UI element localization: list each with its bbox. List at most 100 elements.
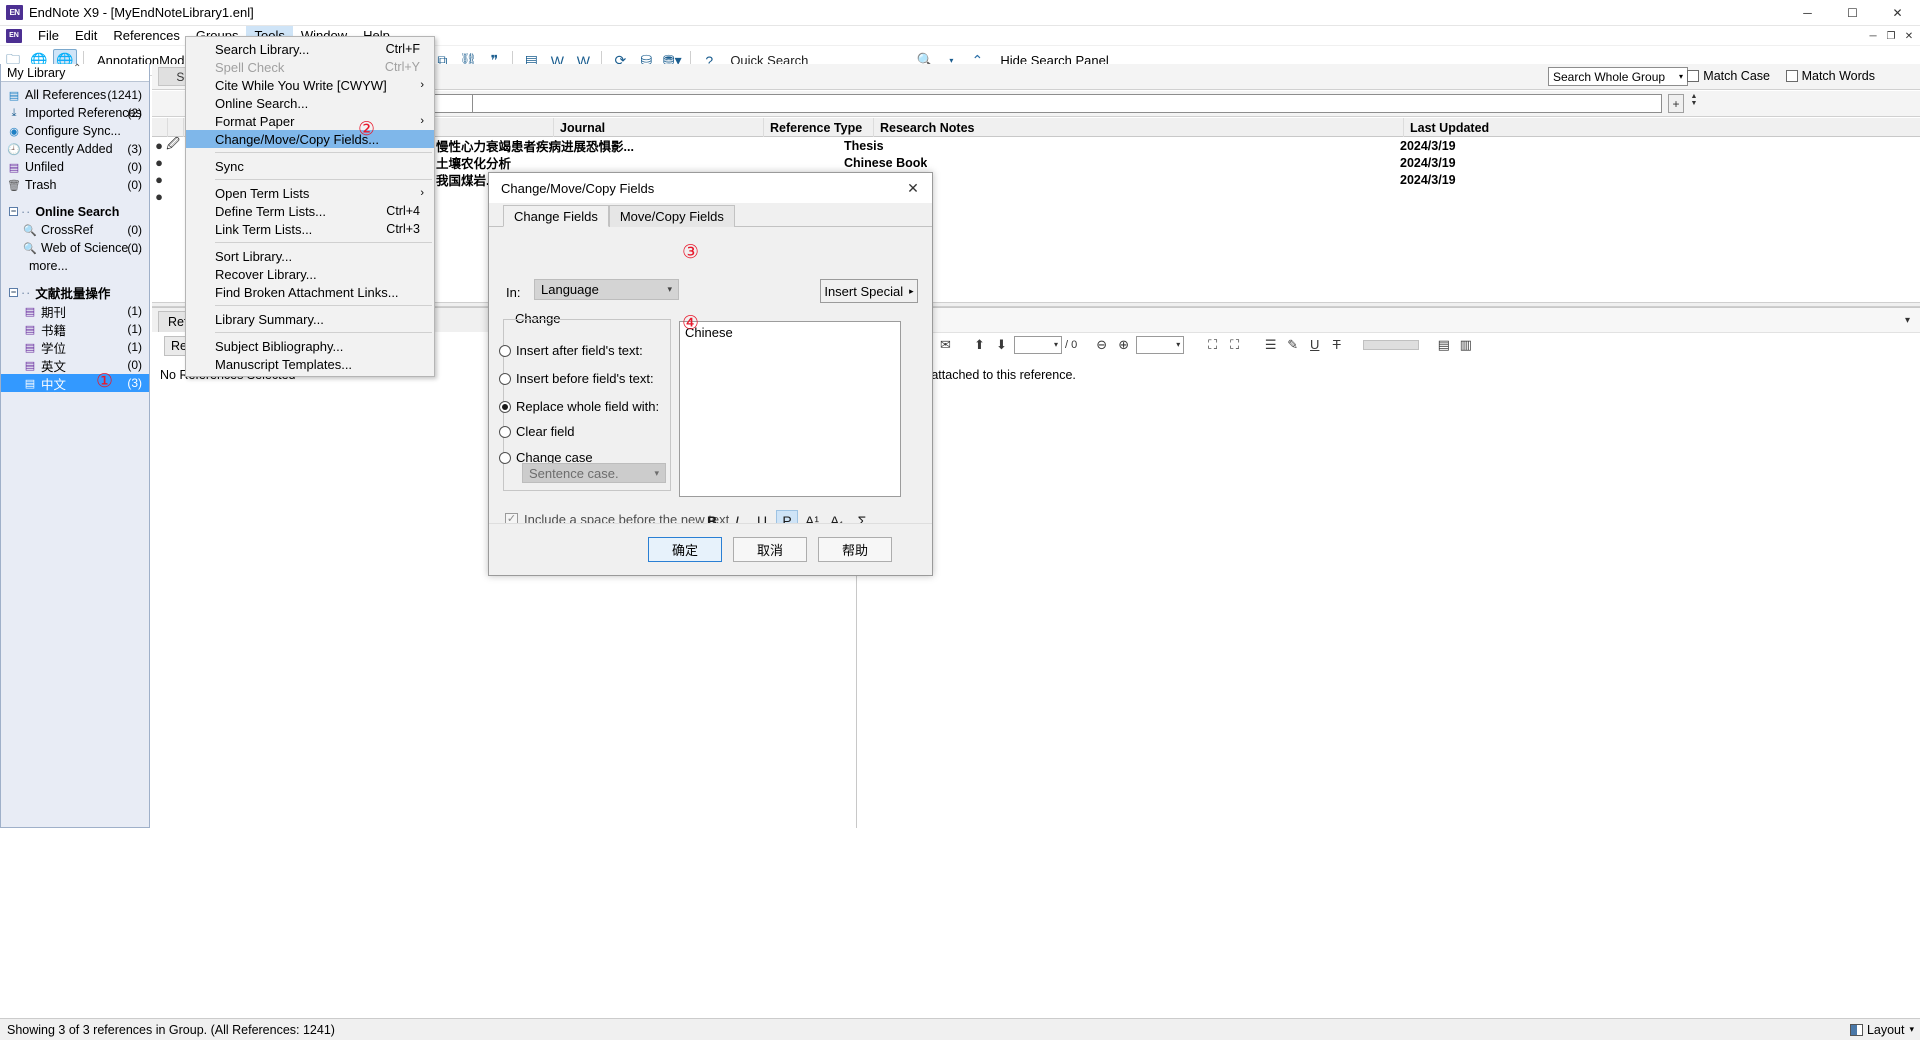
menu-item-sync[interactable]: Sync (186, 157, 434, 175)
menu-item-cite-while-you-write[interactable]: Cite While You Write [CWYW] › (186, 76, 434, 94)
my-library-header[interactable]: My Library ⌃ (1, 63, 149, 82)
menu-item-manuscript-templates[interactable]: Manuscript Templates... (186, 355, 434, 373)
column-research-notes[interactable]: Research Notes (874, 118, 1404, 137)
page-number-input[interactable]: ▾ (1014, 335, 1062, 354)
menu-item-find-broken-attachment-links[interactable]: Find Broken Attachment Links... (186, 283, 434, 301)
previous-page-icon[interactable]: ⬆ (970, 335, 989, 354)
zoom-level-select[interactable]: ▾ (1136, 335, 1185, 354)
sidebar-item-more[interactable]: more... (1, 257, 149, 275)
submenu-chevron-right-icon: › (420, 187, 424, 199)
sidebar-item-web-of-science[interactable]: 🔍 Web of Science ... (0) (1, 239, 149, 257)
sidebar-group-batch-operations[interactable]: − ·· 文献批量操作 (1, 283, 149, 302)
fit-width-icon[interactable]: ⛶ (1225, 335, 1244, 354)
field-select[interactable]: Language ▾ (534, 279, 679, 300)
menu-item-open-term-lists[interactable]: Open Term Lists › (186, 184, 434, 202)
sidebar-group-online-search[interactable]: − ·· Online Search (1, 202, 149, 221)
search-term-input[interactable] (472, 94, 1662, 113)
cancel-button[interactable]: 取消 (733, 537, 807, 562)
menu-item-label: Change/Move/Copy Fields... (215, 131, 380, 147)
menu-item-subject-bibliography[interactable]: Subject Bibliography... (186, 337, 434, 355)
menu-file[interactable]: File (30, 26, 67, 46)
criteria-spinner[interactable]: ▲ ▼ (1688, 93, 1700, 114)
dialog-footer: 确定 取消 帮助 (489, 523, 932, 575)
insert-special-button[interactable]: Insert Special ▸ (820, 279, 918, 303)
radio-button (499, 344, 511, 357)
tab-change-fields[interactable]: Change Fields (503, 205, 609, 227)
highlight-color-slider[interactable] (1363, 339, 1420, 350)
column-reference-type[interactable]: Reference Type (764, 118, 874, 137)
close-button[interactable]: ✕ (1875, 0, 1920, 26)
sidebar-label: 学位 (41, 341, 67, 356)
radio-replace-whole-field[interactable]: Replace whole field with: (499, 399, 659, 414)
column-last-updated[interactable]: Last Updated (1404, 118, 1524, 137)
zoom-out-icon[interactable]: ⊖ (1092, 335, 1111, 354)
sidebar-item-zhongwen[interactable]: ▤ 中文 (3) (1, 374, 149, 392)
match-words-checkbox[interactable]: Match Words (1785, 69, 1875, 83)
note-list-icon[interactable]: ▥ (1456, 335, 1475, 354)
sidebar-item-trash[interactable]: 🗑 Trash (0) (1, 176, 149, 194)
highlight-icon[interactable]: ✎ (1283, 335, 1302, 354)
add-criteria-button[interactable]: + (1668, 94, 1684, 113)
radio-button (499, 425, 511, 438)
tab-move-copy-fields[interactable]: Move/Copy Fields (608, 205, 735, 227)
collapse-minus-icon[interactable]: − (9, 288, 18, 297)
sidebar-item-all-references[interactable]: ▤ All References (1241) (1, 86, 149, 104)
replacement-text-area[interactable]: Chinese (679, 321, 901, 497)
menu-item-format-paper[interactable]: Format Paper › (186, 112, 434, 130)
strikethrough-icon[interactable]: T (1327, 335, 1346, 354)
search-scope-select[interactable]: Search Whole Group ▾ (1548, 67, 1688, 86)
menu-item-change-move-copy-fields[interactable]: Change/Move/Copy Fields... (186, 130, 434, 148)
group-icon: ▤ (24, 359, 36, 372)
radio-insert-before[interactable]: Insert before field's text: (499, 371, 654, 386)
menu-item-define-term-lists[interactable]: Define Term Lists... Ctrl+4 (186, 202, 434, 220)
layout-button[interactable]: Layout ▾ (1849, 1023, 1914, 1037)
radio-clear-field[interactable]: Clear field (499, 424, 575, 439)
collapse-chevron-up-icon[interactable]: ⌃ (73, 63, 81, 74)
doc-close-button[interactable]: ✕ (1900, 28, 1918, 44)
minimize-button[interactable]: ─ (1785, 0, 1830, 26)
menu-item-library-summary[interactable]: Library Summary... (186, 310, 434, 328)
sidebar-item-yingwen[interactable]: ▤ 英文 (0) (1, 356, 149, 374)
dialog-close-icon[interactable]: ✕ (894, 173, 932, 203)
maximize-button[interactable]: ☐ (1830, 0, 1875, 26)
underline-icon[interactable]: U (1305, 335, 1324, 354)
sidebar-item-recently-added[interactable]: 🕘 Recently Added (3) (1, 140, 149, 158)
sidebar-item-crossref[interactable]: 🔍 CrossRef (0) (1, 221, 149, 239)
sidebar-item-unfiled[interactable]: ▤ Unfiled (0) (1, 158, 149, 176)
menu-separator (215, 179, 432, 180)
menu-item-recover-library[interactable]: Recover Library... (186, 265, 434, 283)
menu-item-online-search[interactable]: Online Search... (186, 94, 434, 112)
menu-item-label: Find Broken Attachment Links... (215, 284, 399, 300)
panel-chevron-down-icon[interactable]: ▾ (1905, 315, 1910, 326)
doc-restore-button[interactable]: ❐ (1882, 28, 1900, 44)
menu-item-search-library[interactable]: Search Library... Ctrl+F (186, 40, 434, 58)
fit-page-icon[interactable]: ⛶ (1203, 335, 1222, 354)
sidebar-item-xuewei[interactable]: ▤ 学位 (1) (1, 338, 149, 356)
radio-button (499, 451, 511, 464)
sidebar-item-qikan[interactable]: ▤ 期刊 (1) (1, 302, 149, 320)
sidebar-item-imported-references[interactable]: ⤓ Imported References (2) (1, 104, 149, 122)
spinner-up-icon[interactable]: ▲ (1691, 93, 1698, 100)
collapse-minus-icon[interactable]: − (9, 207, 18, 216)
match-case-checkbox[interactable]: Match Case (1687, 69, 1770, 83)
menu-references[interactable]: References (105, 26, 187, 46)
zoom-in-icon[interactable]: ⊕ (1114, 335, 1133, 354)
spinner-down-icon[interactable]: ▼ (1691, 100, 1698, 107)
sync-icon: ◉ (9, 125, 19, 138)
help-button[interactable]: 帮助 (818, 537, 892, 562)
email-icon[interactable]: ✉ (936, 335, 955, 354)
radio-insert-after[interactable]: Insert after field's text: (499, 343, 643, 358)
sticky-note-icon[interactable]: ▤ (1434, 335, 1453, 354)
doc-minimize-button[interactable]: ─ (1864, 28, 1882, 44)
menu-item-sort-library[interactable]: Sort Library... (186, 247, 434, 265)
case-select[interactable]: Sentence case. ▾ (522, 463, 666, 483)
text-select-icon[interactable]: ☰ (1261, 335, 1280, 354)
sidebar-item-configure-sync[interactable]: ◉ Configure Sync... (1, 122, 149, 140)
menu-edit[interactable]: Edit (67, 26, 105, 46)
next-page-icon[interactable]: ⬇ (992, 335, 1011, 354)
sidebar-item-shuji[interactable]: ▤ 书籍 (1) (1, 320, 149, 338)
menu-item-label: Library Summary... (215, 311, 324, 327)
column-journal[interactable]: Journal (554, 118, 764, 137)
menu-item-link-term-lists[interactable]: Link Term Lists... Ctrl+3 (186, 220, 434, 238)
ok-button[interactable]: 确定 (648, 537, 722, 562)
